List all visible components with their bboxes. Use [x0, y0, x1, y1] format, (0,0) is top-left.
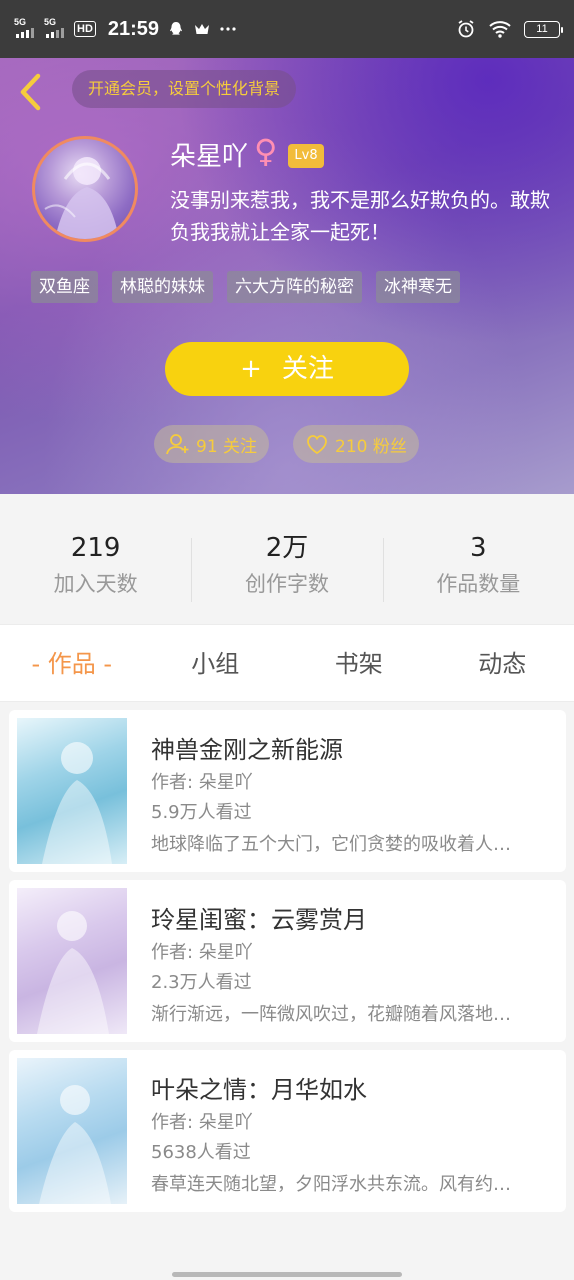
tab-bar: - 作品 - 小组 书架 动态 — [0, 624, 574, 702]
stat-value: 3 — [470, 533, 487, 563]
tag-item[interactable]: 冰神寒无 — [376, 271, 460, 303]
username: 朵星吖 — [170, 142, 249, 172]
followers-count: 210 粉丝 — [335, 436, 407, 457]
book-card[interactable]: 叶朵之情：月华如水 作者: 朵星吖 5638人看过 春草连天随北望，夕阳浮水共东… — [9, 1050, 566, 1212]
book-title: 神兽金刚之新能源 — [151, 736, 343, 764]
book-description: 春草连天随北望，夕阳浮水共东流。风有约… — [151, 1174, 511, 1195]
stats-row: 219 加入天数 2万 创作字数 3 作品数量 — [0, 530, 574, 610]
book-card[interactable]: 神兽金刚之新能源 作者: 朵星吖 5.9万人看过 地球降临了五个大门，它们贪婪的… — [9, 710, 566, 872]
follow-button[interactable]: + 关注 — [165, 342, 409, 396]
heart-icon — [307, 435, 327, 455]
followers-count-button[interactable]: 210 粉丝 — [293, 425, 419, 463]
book-cover-image — [17, 718, 127, 864]
female-gender-icon: ♀ — [254, 132, 278, 170]
book-author: 作者: 朵星吖 — [151, 1112, 253, 1133]
home-indicator[interactable] — [172, 1272, 402, 1277]
stat-word-count: 2万 创作字数 — [191, 530, 382, 610]
status-time: 21:59 — [107, 17, 160, 40]
book-cover-image — [17, 1058, 127, 1204]
book-views: 5.9万人看过 — [151, 802, 252, 823]
tag-item[interactable]: 六大方阵的秘密 — [227, 271, 362, 303]
book-title: 叶朵之情：月华如水 — [151, 1076, 367, 1104]
stat-value: 219 — [70, 533, 121, 563]
book-author: 作者: 朵星吖 — [151, 772, 253, 793]
cover-illustration — [42, 742, 112, 864]
signal-icon-2: 5G — [44, 17, 66, 40]
cover-illustration — [37, 911, 109, 1034]
profile-header: 开通会员，设置个性化背景 朵星吖 ♀ Lv8 没事别来惹我，我不是那么好欺负的。… — [0, 58, 574, 494]
book-views: 5638人看过 — [151, 1142, 251, 1163]
tab-works[interactable]: - 作品 - — [0, 625, 144, 701]
stat-works-count: 3 作品数量 — [382, 530, 574, 610]
level-badge: Lv8 — [288, 144, 324, 168]
book-views: 2.3万人看过 — [151, 972, 252, 993]
tab-groups[interactable]: 小组 — [144, 625, 288, 701]
stat-label: 加入天数 — [53, 572, 138, 596]
qq-icon — [170, 22, 183, 35]
plus-icon: + — [240, 354, 262, 384]
tag-item[interactable]: 双鱼座 — [31, 271, 98, 303]
stat-label: 创作字数 — [244, 572, 329, 596]
book-description: 渐行渐远，一阵微风吹过，花瓣随着风落地… — [151, 1004, 511, 1025]
stat-join-days: 219 加入天数 — [0, 530, 191, 610]
follow-button-label: 关注 — [281, 354, 334, 384]
vip-background-banner[interactable]: 开通会员，设置个性化背景 — [72, 70, 297, 108]
book-card[interactable]: 玲星闺蜜：云雾赏月 作者: 朵星吖 2.3万人看过 渐行渐远，一阵微风吹过，花瓣… — [9, 880, 566, 1042]
stat-value: 2万 — [265, 533, 309, 563]
cover-illustration — [39, 1085, 111, 1204]
more-dots-icon — [220, 27, 236, 31]
book-author: 作者: 朵星吖 — [151, 942, 253, 963]
tab-activity[interactable]: 动态 — [431, 625, 574, 701]
book-title: 玲星闺蜜：云雾赏月 — [151, 906, 367, 934]
avatar-illustration — [44, 157, 119, 239]
avatar[interactable] — [32, 136, 138, 242]
wifi-icon — [489, 21, 511, 38]
tab-bookshelf[interactable]: 书架 — [287, 625, 431, 701]
status-bar: 5G 5G HD 21:59 11 — [0, 0, 574, 58]
crown-icon — [195, 24, 210, 34]
battery-icon: 11 — [524, 20, 563, 38]
user-add-icon — [166, 434, 189, 455]
signal-icon: 5G — [14, 17, 36, 40]
tag-list: 双鱼座 林聪的妹妹 六大方阵的秘密 冰神寒无 — [31, 271, 460, 303]
following-count-button[interactable]: 91 关注 — [154, 425, 270, 463]
back-icon[interactable] — [14, 72, 48, 112]
following-count: 91 关注 — [196, 436, 258, 457]
tag-item[interactable]: 林聪的妹妹 — [112, 271, 213, 303]
stat-label: 作品数量 — [436, 572, 521, 596]
book-description: 地球降临了五个大门，它们贪婪的吸收着人… — [151, 834, 511, 855]
hd-icon: HD — [74, 21, 96, 37]
user-bio: 没事别来惹我，我不是那么好欺负的。敢欺负我我就让全家一起死！ — [170, 188, 550, 244]
book-cover-image — [17, 888, 127, 1034]
alarm-icon — [458, 20, 474, 38]
